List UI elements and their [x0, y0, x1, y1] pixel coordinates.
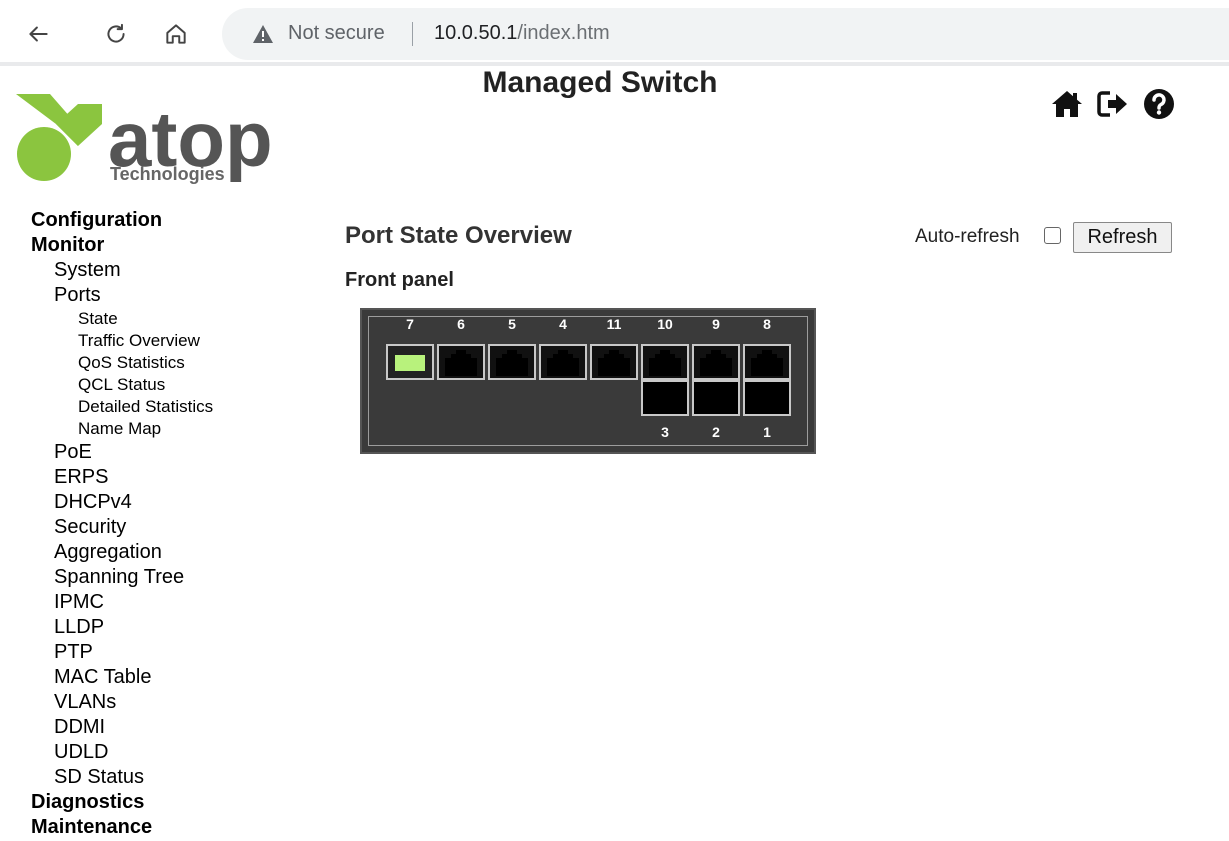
help-icon[interactable] [1141, 86, 1177, 122]
nav-ipmc[interactable]: IPMC [31, 590, 291, 615]
browser-home-icon[interactable] [156, 14, 196, 54]
nav-poe[interactable]: PoE [31, 440, 291, 465]
address-bar[interactable]: Not secure 10.0.50.1/index.htm [222, 8, 1229, 60]
auto-refresh-checkbox[interactable] [1044, 227, 1061, 244]
port-label-9: 9 [712, 316, 720, 332]
nav-dhcpv4[interactable]: DHCPv4 [31, 490, 291, 515]
nav-ports[interactable]: Ports [31, 283, 291, 308]
reload-icon[interactable] [96, 14, 136, 54]
nav-ptp[interactable]: PTP [31, 640, 291, 665]
port-label-5: 5 [508, 316, 516, 332]
nav-traffic-overview[interactable]: Traffic Overview [31, 330, 291, 352]
nav-spanning-tree[interactable]: Spanning Tree [31, 565, 291, 590]
front-panel: 7 6 5 4 11 10 9 8 3 2 1 [360, 308, 816, 454]
nav-vlans[interactable]: VLANs [31, 690, 291, 715]
sfp-port-2[interactable] [692, 380, 740, 416]
port-10[interactable] [641, 344, 689, 380]
logo-subtitle: Technologies [110, 164, 225, 184]
port-8[interactable] [743, 344, 791, 380]
nav-ddmi[interactable]: DDMI [31, 715, 291, 740]
address-separator [412, 22, 413, 46]
port-label-7: 7 [406, 316, 414, 332]
nav-detailed-statistics[interactable]: Detailed Statistics [31, 396, 291, 418]
nav-ports-state[interactable]: State [31, 308, 291, 330]
port-11[interactable] [590, 344, 638, 380]
nav-maintenance[interactable]: Maintenance [31, 815, 291, 840]
port-label-2: 2 [712, 424, 720, 440]
nav-diagnostics[interactable]: Diagnostics [31, 790, 291, 815]
port-7[interactable] [386, 344, 434, 380]
port-9[interactable] [692, 344, 740, 380]
sfp-port-1[interactable] [743, 380, 791, 416]
nav-erps[interactable]: ERPS [31, 465, 291, 490]
port-label-11: 11 [606, 316, 622, 332]
back-arrow-icon[interactable] [18, 14, 58, 54]
sfp-port-3[interactable] [641, 380, 689, 416]
nav-lldp[interactable]: LLDP [31, 615, 291, 640]
port-label-1: 1 [763, 424, 771, 440]
warning-icon [253, 25, 273, 43]
nav-mac-table[interactable]: MAC Table [31, 665, 291, 690]
nav-udld[interactable]: UDLD [31, 740, 291, 765]
url-text[interactable]: 10.0.50.1/index.htm [434, 22, 610, 45]
port-label-4: 4 [559, 316, 567, 332]
url-host: 10.0.50.1 [434, 22, 518, 44]
sidebar-nav: Configuration Monitor System Ports State… [31, 208, 291, 840]
nav-sd-status[interactable]: SD Status [31, 765, 291, 790]
port-label-10: 10 [657, 316, 673, 332]
nav-security[interactable]: Security [31, 515, 291, 540]
nav-qos-statistics[interactable]: QoS Statistics [31, 352, 291, 374]
port-6[interactable] [437, 344, 485, 380]
page-title: Port State Overview [345, 222, 572, 249]
port-label-3: 3 [661, 424, 669, 440]
port-label-6: 6 [457, 316, 465, 332]
header-icon-group [1049, 86, 1177, 122]
port-4[interactable] [539, 344, 587, 380]
browser-toolbar: Not secure 10.0.50.1/index.htm [0, 0, 1229, 62]
front-panel-label: Front panel [345, 269, 454, 291]
logout-icon[interactable] [1095, 86, 1131, 122]
nav-monitor[interactable]: Monitor [31, 233, 291, 258]
url-path: /index.htm [517, 22, 610, 44]
nav-aggregation[interactable]: Aggregation [31, 540, 291, 565]
nav-name-map[interactable]: Name Map [31, 418, 291, 440]
front-panel-frame [368, 316, 808, 446]
nav-system[interactable]: System [31, 258, 291, 283]
nav-qcl-status[interactable]: QCL Status [31, 374, 291, 396]
security-status: Not secure [288, 22, 385, 44]
atop-logo[interactable]: atop Technologies [16, 94, 306, 186]
port-5[interactable] [488, 344, 536, 380]
nav-configuration[interactable]: Configuration [31, 208, 291, 233]
auto-refresh-label: Auto-refresh [915, 226, 1020, 247]
refresh-button[interactable]: Refresh [1073, 222, 1172, 253]
home-icon[interactable] [1049, 86, 1085, 122]
port-label-8: 8 [763, 316, 771, 332]
